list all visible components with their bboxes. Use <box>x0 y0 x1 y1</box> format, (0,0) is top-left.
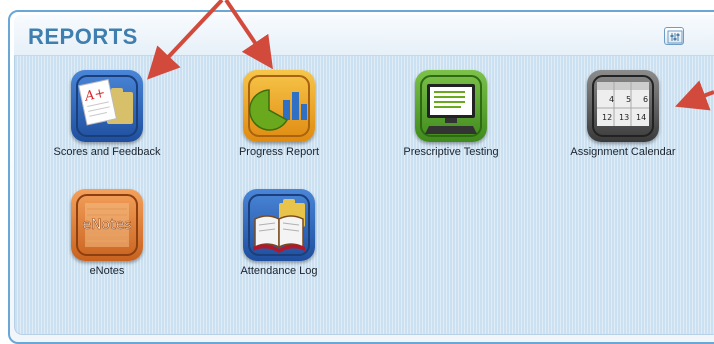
svg-text:13: 13 <box>619 113 629 122</box>
prescriptive-testing-icon <box>415 70 487 142</box>
tile-prescriptive-testing[interactable]: Prescriptive Testing <box>376 70 526 158</box>
svg-text:14: 14 <box>636 113 646 122</box>
scores-feedback-icon: A+ <box>71 70 143 142</box>
progress-report-icon <box>243 70 315 142</box>
tile-scores-and-feedback[interactable]: A+ Scores and Feedback <box>32 70 182 158</box>
tile-label: Progress Report <box>238 146 320 158</box>
attendance-log-icon <box>243 189 315 261</box>
assignment-calendar-icon: 4 5 6 12 13 14 <box>587 70 659 142</box>
tile-attendance-log[interactable]: Attendance Log <box>204 189 354 277</box>
svg-text:5: 5 <box>626 95 631 104</box>
panel-header: REPORTS <box>14 15 714 56</box>
settings-button[interactable] <box>664 27 684 45</box>
tile-assignment-calendar[interactable]: 4 5 6 12 13 14 Assignment Calendar <box>548 70 698 158</box>
enotes-logo-text: eNotes <box>82 217 131 233</box>
panel-title: REPORTS <box>28 24 138 49</box>
tile-enotes[interactable]: eNotes eNotes <box>32 189 182 277</box>
tile-label: Scores and Feedback <box>53 146 161 158</box>
sliders-icon <box>667 30 683 44</box>
svg-text:12: 12 <box>602 113 612 122</box>
tile-label: eNotes <box>89 265 125 277</box>
svg-text:6: 6 <box>643 95 648 104</box>
tile-label: Prescriptive Testing <box>403 146 499 158</box>
tile-progress-report[interactable]: Progress Report <box>204 70 354 158</box>
screenshot-frame: REPORTS A+ Scores and Feedback Progress … <box>0 0 714 344</box>
enotes-icon: eNotes <box>71 189 143 261</box>
tile-label: Assignment Calendar <box>570 146 676 158</box>
svg-text:4: 4 <box>609 95 614 104</box>
tile-label: Attendance Log <box>240 265 318 277</box>
reports-panel: REPORTS A+ Scores and Feedback Progress … <box>14 15 714 335</box>
